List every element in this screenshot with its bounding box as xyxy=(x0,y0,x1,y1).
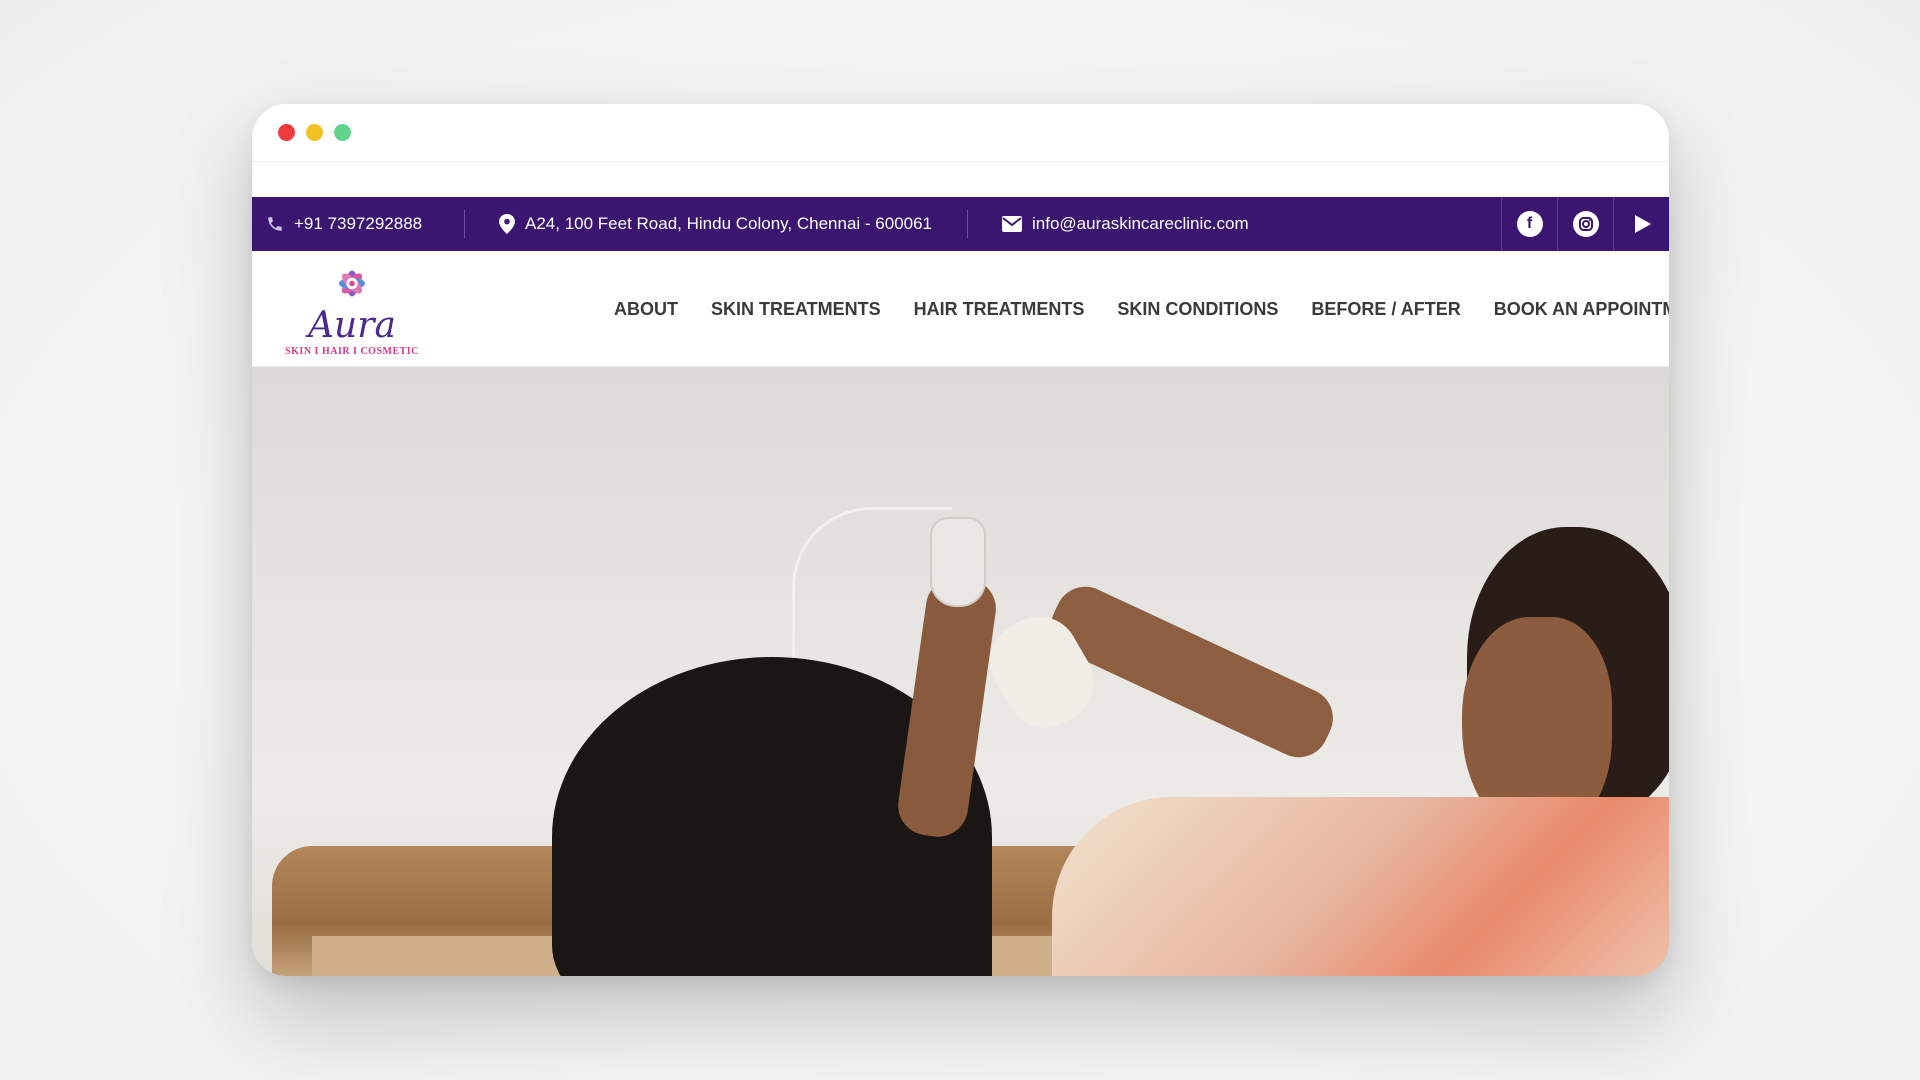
social-links: f xyxy=(1501,197,1669,251)
mail-icon xyxy=(1002,216,1022,232)
site-logo[interactable]: Aura SKIN I HAIR I COSMETIC xyxy=(282,263,422,357)
main-navigation: Aura SKIN I HAIR I COSMETIC ABOUT SKIN T… xyxy=(252,251,1669,367)
treatment-device-shape xyxy=(930,517,986,607)
nav-about[interactable]: ABOUT xyxy=(614,299,678,320)
map-pin-icon xyxy=(499,214,515,234)
facebook-icon: f xyxy=(1516,211,1543,237)
close-window-button[interactable] xyxy=(278,124,295,141)
youtube-link[interactable] xyxy=(1613,197,1669,251)
email-address: info@auraskincareclinic.com xyxy=(1032,214,1249,233)
minimize-window-button[interactable] xyxy=(306,124,323,141)
contact-top-bar: +91 7397292888 A24, 100 Feet Road, Hindu… xyxy=(252,197,1669,251)
nav-skin-treatments[interactable]: SKIN TREATMENTS xyxy=(711,299,881,320)
practitioner-body-shape xyxy=(1052,797,1669,976)
chrome-spacer xyxy=(252,162,1669,197)
phone-contact[interactable]: +91 7397292888 xyxy=(252,197,464,251)
nav-hair-treatments[interactable]: HAIR TREATMENTS xyxy=(914,299,1085,320)
nav-book-appointment[interactable]: BOOK AN APPOINTMENT xyxy=(1494,299,1669,320)
hero-image xyxy=(252,367,1669,976)
logo-tagline: SKIN I HAIR I COSMETIC xyxy=(285,346,419,357)
flower-logo-icon xyxy=(338,270,366,297)
nav-skin-conditions[interactable]: SKIN CONDITIONS xyxy=(1117,299,1278,320)
browser-window: +91 7397292888 A24, 100 Feet Road, Hindu… xyxy=(252,104,1669,976)
youtube-play-icon xyxy=(1634,215,1651,233)
window-chrome xyxy=(252,104,1669,162)
maximize-window-button[interactable] xyxy=(334,124,351,141)
nav-menu: ABOUT SKIN TREATMENTS HAIR TREATMENTS SK… xyxy=(614,251,1669,367)
email-contact[interactable]: info@auraskincareclinic.com xyxy=(968,197,1249,251)
phone-icon xyxy=(268,217,282,231)
instagram-link[interactable] xyxy=(1557,197,1613,251)
facebook-link[interactable]: f xyxy=(1501,197,1557,251)
address-text: A24, 100 Feet Road, Hindu Colony, Chenna… xyxy=(525,214,933,233)
phone-number: +91 7397292888 xyxy=(294,214,423,233)
logo-wordmark: Aura xyxy=(308,305,396,346)
instagram-icon xyxy=(1572,211,1599,237)
nav-before-after[interactable]: BEFORE / AFTER xyxy=(1311,299,1460,320)
address-contact[interactable]: A24, 100 Feet Road, Hindu Colony, Chenna… xyxy=(465,197,967,251)
